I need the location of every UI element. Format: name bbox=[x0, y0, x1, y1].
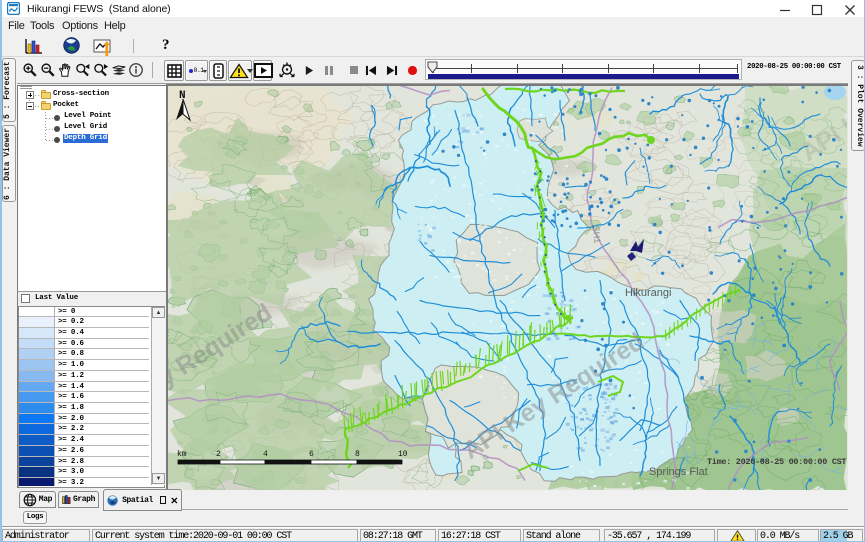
svg-text:Time: 2020-08-25 00:00:00 CST: Time: 2020-08-25 00:00:00 CST bbox=[707, 457, 846, 467]
svg-text:4: 4 bbox=[263, 450, 268, 459]
svg-text:6: 6 bbox=[309, 450, 314, 459]
svg-text:2: 2 bbox=[216, 450, 221, 459]
svg-text:SH1: SH1 bbox=[591, 225, 602, 243]
svg-text:N: N bbox=[179, 90, 186, 102]
svg-text:8: 8 bbox=[355, 450, 360, 459]
svg-text:Springs Flat: Springs Flat bbox=[649, 466, 708, 478]
svg-text:Hikurangi: Hikurangi bbox=[625, 287, 671, 299]
svg-text:10: 10 bbox=[398, 450, 408, 459]
svg-text:km: km bbox=[177, 450, 187, 459]
